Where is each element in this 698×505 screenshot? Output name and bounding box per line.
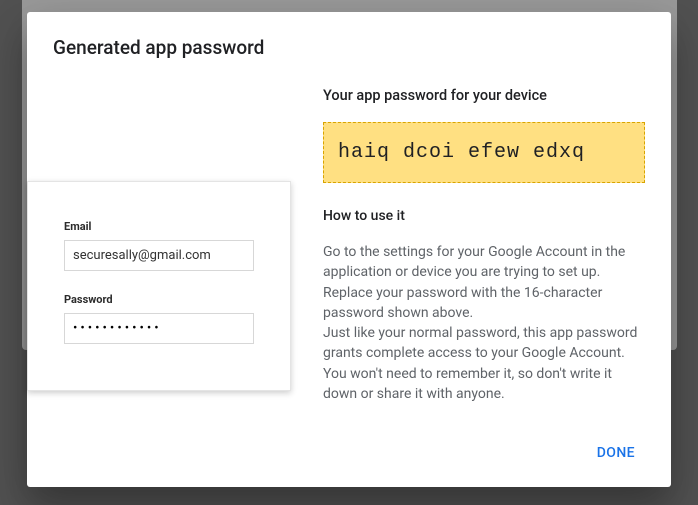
email-display: securesally@gmail.com [64,240,254,271]
dialog-actions: DONE [583,437,649,469]
howto-text: Go to the settings for your Google Accou… [323,242,645,404]
done-button[interactable]: DONE [583,437,649,469]
howto-paragraph-2: Just like your normal password, this app… [323,325,637,402]
howto-heading: How to use it [323,208,645,224]
password-label: Password [64,293,254,306]
app-password-value: haiq dcoi efew edxq [323,122,645,183]
password-display: •••••••••••• [64,313,254,344]
dialog-title: Generated app password [53,36,645,59]
device-illustration-column: Email securesally@gmail.com Password •••… [33,181,291,404]
password-masked-dots: •••••••••••• [73,322,162,335]
dialog-content: Email securesally@gmail.com Password •••… [53,87,645,404]
device-login-card: Email securesally@gmail.com Password •••… [27,181,291,391]
app-password-heading: Your app password for your device [323,87,645,104]
howto-paragraph-1: Go to the settings for your Google Accou… [323,244,625,321]
email-field-group: Email securesally@gmail.com [64,220,254,271]
email-label: Email [64,220,254,233]
password-field-group: Password •••••••••••• [64,293,254,344]
app-password-dialog: Generated app password Email securesally… [27,12,671,487]
info-column: Your app password for your device haiq d… [323,87,645,404]
